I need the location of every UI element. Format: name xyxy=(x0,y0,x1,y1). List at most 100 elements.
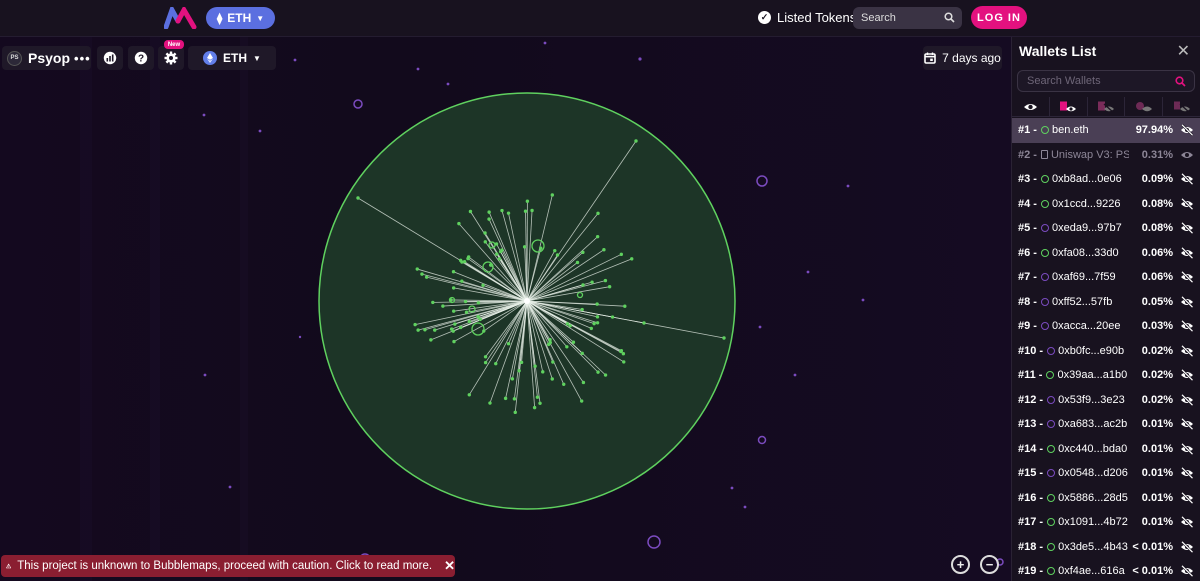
holder-node[interactable] xyxy=(596,370,600,374)
holder-node[interactable] xyxy=(453,322,457,326)
wallet-row[interactable]: #3 - 0xb8ad...0e06 0.09% xyxy=(1012,167,1200,192)
holder-node[interactable] xyxy=(433,328,437,332)
holder-node[interactable] xyxy=(466,256,470,261)
wallet-row[interactable]: #17 - 0x1091...4b72 0.01% xyxy=(1012,510,1200,535)
holder-node[interactable] xyxy=(441,304,445,308)
small-wallet-bubble[interactable] xyxy=(638,57,642,61)
wallet-search-input[interactable] xyxy=(1027,75,1167,87)
holder-node[interactable] xyxy=(424,275,429,279)
holder-node[interactable] xyxy=(580,351,584,356)
small-wallet-bubble[interactable] xyxy=(298,335,302,339)
wallet-row[interactable]: #18 - 0x3de5...4b43 < 0.01% xyxy=(1012,535,1200,560)
holder-node[interactable] xyxy=(579,399,584,403)
filter-hide-contracts[interactable] xyxy=(1088,97,1126,116)
wallet-row[interactable]: #15 - 0x0548...d206 0.01% xyxy=(1012,461,1200,486)
small-wallet-bubble[interactable] xyxy=(846,184,850,188)
holder-node[interactable] xyxy=(535,395,540,399)
close-icon[interactable]: ✕ xyxy=(444,558,455,574)
holder-node[interactable] xyxy=(642,321,646,325)
wallet-row[interactable]: #2 - Uniswap V3: PSY... 0.31% xyxy=(1012,143,1200,168)
holder-node[interactable] xyxy=(530,208,534,213)
holder-node[interactable] xyxy=(431,300,435,305)
eye-off-icon[interactable] xyxy=(1180,344,1194,357)
holder-node[interactable] xyxy=(506,211,511,215)
holder-node[interactable] xyxy=(602,248,606,252)
toggle-visibility[interactable] xyxy=(1180,221,1194,237)
toggle-visibility[interactable] xyxy=(1180,295,1194,311)
wallet-row[interactable]: #10 - 0xb0fc...e90b 0.02% xyxy=(1012,339,1200,364)
holder-node[interactable] xyxy=(517,369,521,373)
holder-node[interactable] xyxy=(451,309,456,313)
holder-node[interactable] xyxy=(467,319,471,324)
holder-node[interactable] xyxy=(510,377,515,381)
holder-node[interactable] xyxy=(476,315,480,319)
holder-node[interactable] xyxy=(523,209,528,213)
date-selector[interactable]: 7 days ago xyxy=(923,46,1002,70)
holder-node[interactable] xyxy=(356,196,360,200)
holder-node[interactable] xyxy=(458,258,463,263)
holder-node[interactable] xyxy=(483,355,488,359)
holder-node[interactable] xyxy=(413,322,417,327)
holder-node[interactable] xyxy=(581,380,586,385)
wallet-row[interactable]: #13 - 0xa683...ac2b 0.01% xyxy=(1012,412,1200,437)
bubble-map-graph[interactable] xyxy=(0,37,1011,581)
holder-node[interactable] xyxy=(525,199,530,203)
toggle-visibility[interactable] xyxy=(1180,246,1194,262)
holder-node[interactable] xyxy=(568,324,572,328)
holder-node[interactable] xyxy=(416,328,420,332)
holder-node[interactable] xyxy=(595,234,600,239)
holder-node[interactable] xyxy=(532,405,537,410)
holder-node[interactable] xyxy=(467,393,471,397)
wallet-row[interactable]: #5 - 0xeda9...97b7 0.08% xyxy=(1012,216,1200,241)
eye-off-icon[interactable] xyxy=(1180,123,1194,137)
small-wallet-bubble[interactable] xyxy=(203,373,207,377)
eye-off-icon[interactable] xyxy=(1180,295,1194,308)
holder-node[interactable] xyxy=(500,208,504,213)
small-wallet-bubble[interactable] xyxy=(806,270,810,274)
toggle-visibility[interactable] xyxy=(1180,515,1194,531)
holder-node[interactable] xyxy=(607,285,612,289)
toggle-visibility[interactable] xyxy=(1180,123,1194,139)
wallet-row[interactable]: #1 - ben.eth 97.94% xyxy=(1012,118,1200,143)
eye-off-icon[interactable] xyxy=(1180,466,1194,480)
holder-node[interactable] xyxy=(722,336,726,340)
holder-node[interactable] xyxy=(451,329,455,333)
toggle-visibility[interactable] xyxy=(1180,270,1194,286)
settings-button[interactable] xyxy=(158,46,184,70)
small-wallet-bubble[interactable] xyxy=(543,41,547,45)
holder-node[interactable] xyxy=(478,317,482,322)
holder-node[interactable] xyxy=(610,315,615,319)
holder-node[interactable] xyxy=(553,248,557,253)
wallet-row[interactable]: #6 - 0xfa08...33d0 0.06% xyxy=(1012,241,1200,266)
holder-node[interactable] xyxy=(603,278,608,283)
eye-off-icon[interactable] xyxy=(1180,246,1194,259)
holder-node[interactable] xyxy=(512,397,517,401)
holder-node[interactable] xyxy=(551,360,555,364)
wallet-row[interactable]: #16 - 0x5886...28d5 0.01% xyxy=(1012,486,1200,511)
toggle-visibility[interactable] xyxy=(1180,344,1194,360)
holder-node[interactable] xyxy=(550,377,554,381)
eye-off-icon[interactable] xyxy=(1180,221,1194,235)
eye-off-icon[interactable] xyxy=(1180,319,1194,333)
holder-node[interactable] xyxy=(500,248,504,252)
search-icon[interactable] xyxy=(944,12,955,23)
toggle-visibility[interactable] xyxy=(1180,368,1194,384)
holder-node[interactable] xyxy=(476,301,481,305)
holder-node[interactable] xyxy=(539,246,543,250)
holder-node[interactable] xyxy=(497,257,502,261)
holder-node[interactable] xyxy=(488,401,492,405)
listed-tokens-link[interactable]: ✓ Listed Tokens xyxy=(758,10,856,25)
holder-node[interactable] xyxy=(506,341,511,346)
small-wallet-bubble[interactable] xyxy=(743,505,747,509)
wallet-bubble[interactable] xyxy=(757,435,767,445)
toggle-visibility[interactable] xyxy=(1180,149,1194,164)
holder-node[interactable] xyxy=(468,209,473,214)
holder-node[interactable] xyxy=(592,321,596,326)
holder-node[interactable] xyxy=(575,260,580,265)
holder-node[interactable] xyxy=(595,321,600,325)
wallet-row[interactable]: #14 - 0xc440...bda0 0.01% xyxy=(1012,437,1200,462)
holder-node[interactable] xyxy=(541,370,545,374)
eye-off-icon[interactable] xyxy=(1180,417,1194,431)
wallet-bubble[interactable] xyxy=(647,535,661,549)
holder-node[interactable] xyxy=(603,373,608,377)
